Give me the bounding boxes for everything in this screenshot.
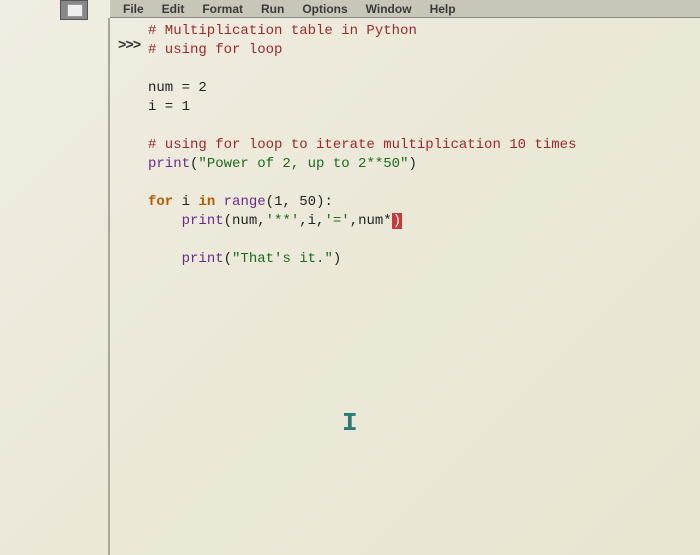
code-builtin: print — [148, 156, 190, 172]
code-comment: # using for loop to iterate multiplicati… — [148, 137, 576, 153]
code-text: ) — [333, 251, 341, 267]
menu-help[interactable]: Help — [421, 2, 465, 16]
editor-gutter — [108, 18, 110, 555]
menu-edit[interactable]: Edit — [153, 2, 194, 16]
code-builtin: print — [182, 213, 224, 229]
code-text: ( — [224, 251, 232, 267]
app-icon — [60, 0, 88, 20]
menu-file[interactable]: File — [114, 2, 153, 16]
code-text: i = 1 — [148, 99, 190, 115]
code-builtin: print — [182, 251, 224, 267]
menu-bar: File Edit Format Run Options Window Help — [110, 0, 700, 18]
code-text — [215, 194, 223, 210]
code-text: ) — [408, 156, 416, 172]
text-cursor-icon: I — [342, 408, 358, 438]
code-text: i — [173, 194, 198, 210]
menu-window[interactable]: Window — [357, 2, 421, 16]
code-string: "That's it." — [232, 251, 333, 267]
menu-format[interactable]: Format — [193, 2, 252, 16]
code-text: ,i, — [299, 213, 324, 229]
code-comment: # Multiplication table in Python — [148, 23, 417, 39]
code-text: num = 2 — [148, 80, 207, 96]
code-editor[interactable]: # Multiplication table in Python # using… — [148, 22, 690, 269]
code-text: (num, — [224, 213, 266, 229]
menu-run[interactable]: Run — [252, 2, 293, 16]
code-keyword: in — [198, 194, 215, 210]
code-text: ,num* — [350, 213, 392, 229]
code-text: (1, 50): — [266, 194, 333, 210]
code-indent — [148, 213, 182, 229]
code-string: "Power of 2, up to 2**50" — [198, 156, 408, 172]
menu-options[interactable]: Options — [293, 2, 356, 16]
code-indent — [148, 251, 182, 267]
code-keyword: for — [148, 194, 173, 210]
syntax-error-highlight: ) — [392, 213, 402, 229]
code-builtin: range — [224, 194, 266, 210]
code-comment: # using for loop — [148, 42, 282, 58]
shell-prompt: >>> — [118, 38, 140, 54]
code-string: '=' — [324, 213, 349, 229]
code-string: '**' — [266, 213, 300, 229]
